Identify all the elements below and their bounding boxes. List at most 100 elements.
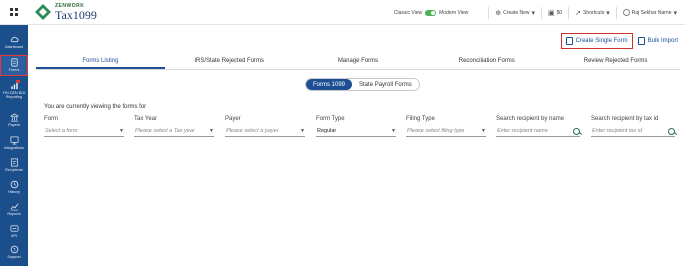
help-icon: ? <box>10 245 18 253</box>
form-type-label: Form Type <box>316 116 345 122</box>
search-name-filter: Search recipient by name Enter recipient… <box>496 116 580 137</box>
chevron-down-icon: ▼ <box>119 128 124 134</box>
chevron-down-icon: ▾ <box>673 9 677 17</box>
payer-placeholder: Please select a payer <box>226 128 279 134</box>
bulk-import-label: Bulk Import <box>647 38 678 44</box>
clock-icon <box>10 180 18 189</box>
form-type-select[interactable]: Regular ▼ <box>316 126 396 137</box>
divider <box>568 6 570 19</box>
shortcuts-menu[interactable]: ➚ Shortcuts ▾ <box>575 9 610 17</box>
filing-type-placeholder: Please select filing type <box>407 128 465 134</box>
search-tax-input[interactable]: Enter recipient tax id <box>591 126 675 137</box>
user-menu[interactable]: Raj Sekhar Narne ▾ <box>622 9 677 17</box>
form-select[interactable]: Select a form ▼ <box>44 126 124 137</box>
form-type-filter: Form Type Regular ▼ <box>316 116 396 137</box>
chevron-down-icon: ▼ <box>391 128 396 134</box>
divider <box>541 6 543 19</box>
view-toggle[interactable]: Classic View Modern View <box>393 9 468 16</box>
sidebar-item-api[interactable]: API <box>0 224 28 242</box>
sidebar-item-label: Dashboard <box>4 45 24 49</box>
search-name-placeholder: Enter recipient name <box>497 128 548 134</box>
bulk-import-button[interactable]: Bulk Import <box>637 37 678 45</box>
search-tax-filter: Search recipient by tax id Enter recipie… <box>591 116 675 137</box>
sidebar-item-label: Support <box>7 255 21 259</box>
rocket-icon: ➚ <box>575 9 582 17</box>
sidebar-item-support[interactable]: ? Support <box>0 245 28 263</box>
sidebar-item-label: Payers <box>8 123 20 127</box>
sidebar-item-label: Integrations <box>4 146 24 150</box>
payer-filter: Payer Please select a payer ▼ <box>225 116 305 137</box>
viewing-caption: You are currently viewing the forms for <box>44 104 147 110</box>
wallet-icon: ▣ <box>548 9 555 17</box>
sidebar-item-reports[interactable]: Reports <box>0 202 28 220</box>
payer-label: Payer <box>225 116 241 122</box>
plus-circle-icon: ⊕ <box>495 9 502 17</box>
tax-year-placeholder: Please select a Tax year <box>135 128 195 134</box>
tax-year-filter: Tax Year Please select a Tax year ▼ <box>134 116 214 137</box>
new-badge <box>16 80 20 83</box>
sidebar-item-forms[interactable]: Forms <box>0 55 28 76</box>
tab-review-rejected-forms[interactable]: Review Rejected Forms <box>551 56 680 69</box>
divider <box>488 6 490 19</box>
form-category-toggle: Forms 1099 State Payroll Forms <box>305 78 420 91</box>
form-type-value: Regular <box>317 128 337 134</box>
payer-select[interactable]: Please select a payer ▼ <box>225 126 305 137</box>
form-filter: Form Select a form ▼ <box>44 116 124 137</box>
sidebar-item-payers[interactable]: Payers <box>0 113 28 131</box>
brand-name: Tax1099 <box>55 7 97 22</box>
search-name-input[interactable]: Enter recipient name <box>496 126 580 137</box>
app-grid-icon[interactable] <box>10 8 18 16</box>
sidebar: Dashboard Forms FIN CEN BOI Reporting Pa… <box>0 25 28 266</box>
tax-year-select[interactable]: Please select a Tax year ▼ <box>134 126 214 137</box>
tab-reconciliation-forms[interactable]: Reconciliation Forms <box>422 56 551 69</box>
create-single-form-button[interactable]: Create Single Form <box>560 33 633 49</box>
add-document-icon <box>565 37 573 45</box>
sidebar-item-integrations[interactable]: Integrations <box>0 136 28 154</box>
create-single-form-label: Create Single Form <box>575 38 628 44</box>
chevron-down-icon: ▼ <box>209 128 214 134</box>
search-tax-label: Search recipient by tax id <box>591 116 659 122</box>
sidebar-item-recipients[interactable]: Recipients <box>0 158 28 176</box>
chevron-down-icon: ▾ <box>531 9 536 17</box>
sidebar-item-label: Forms <box>8 68 20 72</box>
shortcuts-label: Shortcuts <box>583 9 605 16</box>
sidebar-item-dashboard[interactable]: Dashboard <box>0 35 28 53</box>
sidebar-item-label: Recipients <box>5 168 23 172</box>
forms-tabs: Forms Listing IRS/State Rejected Forms M… <box>36 56 680 70</box>
subtab-forms-1099[interactable]: Forms 1099 <box>306 79 353 90</box>
sidebar-item-history[interactable]: History <box>0 180 28 198</box>
bank-icon <box>9 113 19 122</box>
form-actions: Create Single Form Bulk Import <box>560 33 678 49</box>
search-tax-placeholder: Enter recipient tax id <box>592 128 643 134</box>
create-new-menu[interactable]: ⊕ Create New ▾ <box>495 9 535 17</box>
logo[interactable]: ZENWORK Tax1099 <box>34 3 97 21</box>
tab-irs-state-rejected[interactable]: IRS/State Rejected Forms <box>165 56 294 69</box>
user-name: Raj Sekhar Narne <box>631 9 672 16</box>
sidebar-item-label: Reports <box>7 212 21 216</box>
chevron-down-icon: ▼ <box>300 128 305 134</box>
view-switch[interactable] <box>425 9 437 16</box>
import-document-icon <box>637 37 645 45</box>
sidebar-item-fincen-boi[interactable]: FIN CEN BOI Reporting <box>0 80 28 105</box>
search-name-label: Search recipient by name <box>496 116 565 122</box>
user-avatar-icon <box>622 9 630 16</box>
tab-manage-forms[interactable]: Manage Forms <box>294 56 423 69</box>
logo-mark-icon <box>35 4 51 20</box>
classic-view-label: Classic View <box>393 9 423 16</box>
recipient-icon <box>10 158 18 167</box>
chevron-down-icon: ▾ <box>606 9 610 17</box>
sidebar-item-label: History <box>8 190 20 194</box>
balance[interactable]: ▣ $0 <box>548 9 562 17</box>
balance-label: $0 <box>556 9 563 16</box>
subtab-state-payroll-forms[interactable]: State Payroll Forms <box>352 79 419 90</box>
search-icon[interactable] <box>668 127 675 135</box>
create-new-label: Create New <box>503 9 530 16</box>
tax-year-label: Tax Year <box>134 116 158 122</box>
filing-type-filter: Filing Type Please select filing type ▼ <box>406 116 486 137</box>
filing-type-select[interactable]: Please select filing type ▼ <box>406 126 486 137</box>
form-filter-label: Form <box>44 116 58 122</box>
sidebar-item-label: API <box>10 234 18 238</box>
search-icon[interactable] <box>573 127 580 135</box>
tab-forms-listing[interactable]: Forms Listing <box>36 56 165 69</box>
sidebar-item-label: FIN CEN BOI Reporting <box>2 91 26 100</box>
